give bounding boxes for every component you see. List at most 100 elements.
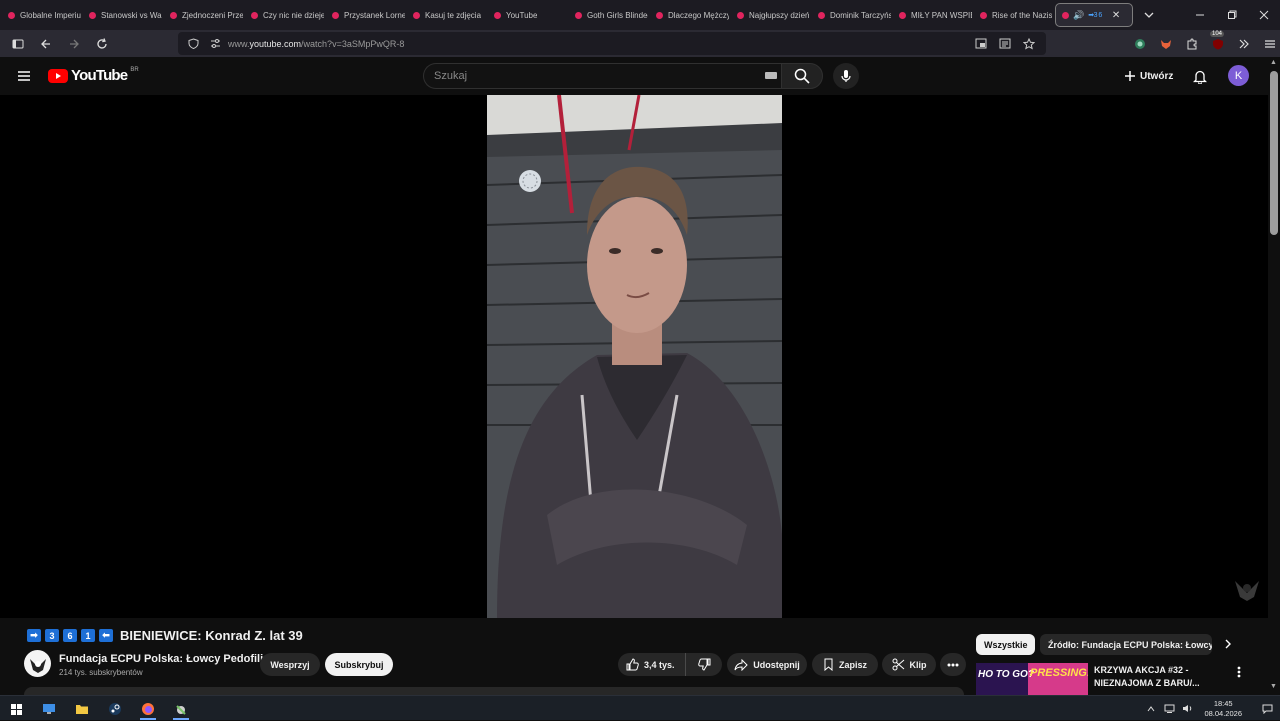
share-button[interactable]: Udostępnij: [727, 653, 807, 676]
channel-name[interactable]: Fundacja ECPU Polska: Łowcy Pedofili: [59, 653, 263, 665]
system-tray: 18:45 08.04.2026: [1142, 696, 1280, 721]
url-text: www.youtube.com/watch?v=3aSMpPwQR-8: [228, 38, 405, 49]
picture-in-picture-icon[interactable]: [972, 35, 990, 53]
bookmark-icon: [824, 658, 833, 671]
tab-title: Rise of the Nazis: [992, 10, 1053, 20]
dislike-button[interactable]: [686, 653, 722, 676]
sidebar-toggle-button[interactable]: [6, 32, 30, 56]
close-window-button[interactable]: [1248, 0, 1280, 30]
taskbar-monitor-app[interactable]: [37, 698, 61, 720]
clip-button[interactable]: Klip: [882, 653, 936, 676]
browser-tab[interactable]: Rise of the Nazis: [972, 0, 1053, 30]
search-input[interactable]: Szukaj: [423, 63, 781, 89]
account-avatar[interactable]: K: [1228, 65, 1249, 86]
taskbar-steam[interactable]: [103, 698, 127, 720]
satellite-icon: [176, 705, 186, 715]
recommendation-title[interactable]: KRZYWA AKCJA #32 - NIEZNAJOMA Z BARU/...: [1094, 664, 1218, 690]
reload-button[interactable]: [90, 32, 114, 56]
channel-avatar[interactable]: [24, 650, 51, 677]
vpn-extension-button[interactable]: [1128, 32, 1152, 56]
browser-tab[interactable]: Goth Girls Blinded: [567, 0, 648, 30]
chevron-up-icon: [1148, 705, 1155, 711]
chip-all[interactable]: Wszystkie: [976, 634, 1035, 655]
youtube-logo[interactable]: YouTube BR: [48, 67, 139, 84]
join-button[interactable]: Wesprzyj: [260, 653, 320, 676]
minimize-button[interactable]: [1184, 0, 1216, 30]
reader-view-icon[interactable]: [996, 35, 1014, 53]
create-label: Utwórz: [1140, 70, 1174, 82]
more-vertical-icon: [1237, 666, 1241, 678]
tray-overflow-button[interactable]: [1142, 705, 1160, 712]
browser-tab[interactable]: Stanowski vs Wardęga: [81, 0, 162, 30]
video-title-row: ➡ 3 6 1 ⬅ BIENIEWICE: Konrad Z. lat 39: [27, 628, 303, 643]
site-info-icon[interactable]: [206, 35, 224, 53]
taskbar-file-explorer[interactable]: [70, 698, 94, 720]
speaker-icon[interactable]: 🔊: [1073, 10, 1084, 21]
subscribe-button[interactable]: Subskrybuj: [325, 653, 393, 676]
video-title: BIENIEWICE: Konrad Z. lat 39: [120, 628, 303, 643]
scrollbar-thumb[interactable]: [1270, 71, 1278, 235]
tab-title: MIŁY PAN WSPIERA: [911, 10, 972, 20]
back-button[interactable]: [34, 32, 58, 56]
share-label: Udostępnij: [753, 659, 800, 670]
page-scrollbar[interactable]: ▲ ▼: [1268, 57, 1280, 695]
recommendation-thumbnail[interactable]: HO TO GO? PRESSING!: [976, 663, 1088, 695]
hamburger-menu-icon: [1265, 40, 1275, 48]
browser-tab[interactable]: Najgłupszy dzień: [729, 0, 810, 30]
bookmark-star-icon[interactable]: [1020, 35, 1038, 53]
more-actions-button[interactable]: [940, 653, 966, 676]
scroll-down-icon[interactable]: ▼: [1270, 683, 1277, 690]
list-all-tabs-button[interactable]: [1135, 0, 1163, 30]
recommendation-menu-button[interactable]: [1232, 664, 1246, 680]
taskbar-app-satellite[interactable]: [169, 698, 193, 720]
create-button[interactable]: Utwórz: [1116, 64, 1181, 88]
network-button[interactable]: [1160, 704, 1178, 713]
browser-tab[interactable]: Dlaczego Mężczyźni: [648, 0, 729, 30]
browser-tab[interactable]: Czy nic nie dzieje się: [243, 0, 324, 30]
forward-button[interactable]: [62, 32, 86, 56]
tab-title: Stanowski vs Wardęga: [101, 10, 162, 20]
reload-icon: [97, 37, 107, 49]
youtube-favicon-icon: [251, 11, 258, 19]
browser-tab[interactable]: Zjednoczeni Przeciw: [162, 0, 243, 30]
notifications-button[interactable]: [1188, 64, 1212, 88]
restore-button[interactable]: [1216, 0, 1248, 30]
guide-menu-button[interactable]: [12, 64, 36, 88]
taskbar-firefox[interactable]: [136, 698, 160, 720]
scroll-up-icon[interactable]: ▲: [1270, 59, 1277, 66]
chip-source-channel[interactable]: Źródło: Fundacja ECPU Polska: Łowcy Pedo…: [1040, 634, 1212, 655]
active-tab[interactable]: 🔊 ➡3 6 ✕: [1055, 3, 1133, 27]
extensions-button[interactable]: [1180, 32, 1204, 56]
app-menu-button[interactable]: [1258, 32, 1280, 56]
title-emoji-arrow-left: ⬅: [99, 629, 113, 642]
browser-tab[interactable]: YouTube: [486, 0, 567, 30]
browser-tab[interactable]: Przystanek Lornetka: [324, 0, 405, 30]
browser-tab[interactable]: Globalne Imperium: [0, 0, 81, 30]
save-button[interactable]: Zapisz: [812, 653, 878, 676]
description-box[interactable]: [24, 687, 964, 695]
more-tools-button[interactable]: [1232, 32, 1256, 56]
close-tab-icon[interactable]: ✕: [1112, 10, 1120, 21]
fox-extension-button[interactable]: [1154, 32, 1178, 56]
scissors-icon: [892, 658, 904, 671]
thumbs-down-icon: [697, 658, 710, 671]
channel-watermark-icon[interactable]: [1232, 573, 1262, 603]
search-button[interactable]: [781, 63, 823, 89]
more-horizontal-icon: [947, 663, 959, 666]
voice-search-button[interactable]: [833, 63, 859, 89]
start-button[interactable]: [4, 698, 28, 720]
tracking-protection-icon[interactable]: [184, 35, 202, 53]
chips-next-button[interactable]: [1220, 636, 1236, 652]
system-clock[interactable]: 18:45 08.04.2026: [1204, 699, 1242, 719]
microphone-icon: [841, 70, 851, 82]
like-button[interactable]: 3,4 tys.: [618, 653, 686, 676]
video-player[interactable]: [0, 95, 1268, 618]
browser-tab[interactable]: Dominik Tarczyński: [810, 0, 891, 30]
address-bar[interactable]: www.youtube.com/watch?v=3aSMpPwQR-8: [178, 32, 1046, 55]
browser-tab[interactable]: MIŁY PAN WSPIERA: [891, 0, 972, 30]
keyboard-button[interactable]: [759, 63, 779, 89]
volume-button[interactable]: [1178, 704, 1196, 713]
notification-center-button[interactable]: [1254, 704, 1280, 714]
ublock-extension-button[interactable]: 104: [1206, 31, 1230, 56]
browser-tab[interactable]: Kasuj te zdjęcia: [405, 0, 486, 30]
